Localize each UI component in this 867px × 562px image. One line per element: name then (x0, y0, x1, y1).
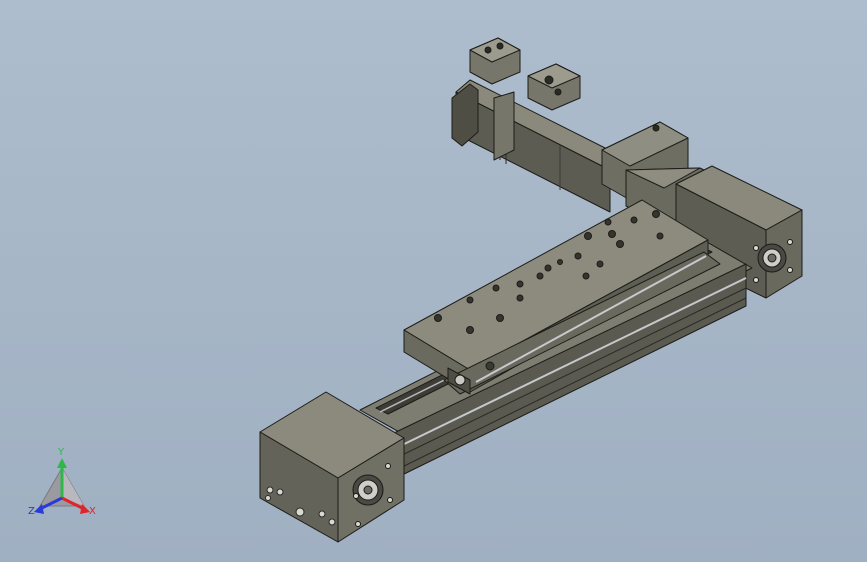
linear-actuator-model[interactable] (0, 0, 867, 562)
y-axis-arrow (57, 458, 67, 468)
z-axis-label: Z (28, 506, 35, 517)
graphics-viewport[interactable]: Y X Z (0, 0, 867, 562)
orientation-triad[interactable]: Y X Z (22, 448, 106, 524)
y-axis-label: Y (58, 447, 65, 458)
x-axis-label: X (89, 506, 96, 517)
